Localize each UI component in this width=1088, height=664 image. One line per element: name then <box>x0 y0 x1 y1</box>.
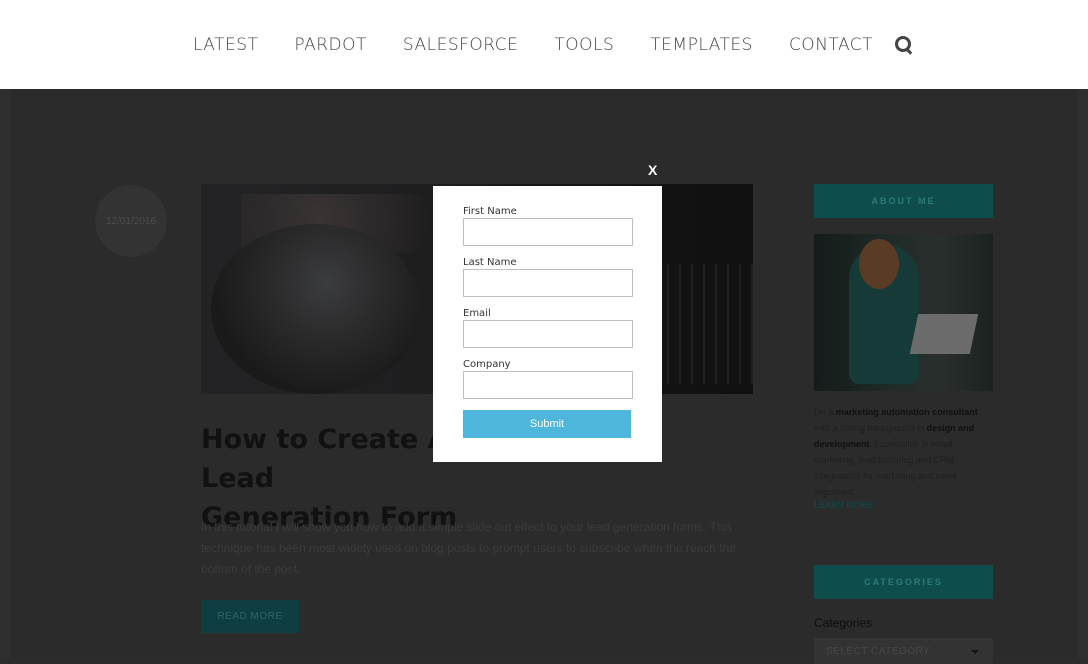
image-coffee-cup <box>211 224 421 394</box>
first-name-label: First Name <box>463 206 517 217</box>
photo-laptop <box>909 314 979 354</box>
top-navigation: LATEST PARDOT SALESFORCE TOOLS TEMPLATES… <box>0 0 1088 89</box>
modal-close-button[interactable]: X <box>648 162 657 178</box>
category-select-value: SELECT CATEGORY <box>826 645 931 657</box>
nav-tools[interactable]: TOOLS <box>554 35 614 55</box>
nav-latest[interactable]: LATEST <box>193 35 258 55</box>
about-text-part1: I'm a <box>814 407 836 417</box>
read-more-button[interactable]: READ MORE <box>201 600 299 633</box>
last-name-field[interactable] <box>463 269 633 297</box>
category-select[interactable]: SELECT CATEGORY <box>814 638 993 664</box>
photo-hair <box>859 239 899 289</box>
email-label: Email <box>463 308 491 319</box>
categories-heading: CATEGORIES <box>814 565 993 599</box>
post-date-badge: 12/01/2016 <box>95 185 167 257</box>
search-icon[interactable] <box>895 35 913 55</box>
last-name-label: Last Name <box>463 257 517 268</box>
nav-salesforce[interactable]: SALESFORCE <box>403 35 518 55</box>
author-photo <box>814 234 993 391</box>
about-text-bold1: marketing automation consultant <box>835 407 978 417</box>
post-excerpt: In this tutorial I will show you how to … <box>201 520 736 576</box>
submit-button[interactable]: Submit <box>463 410 631 438</box>
learn-more-link[interactable]: LEARN MORE <box>814 500 874 510</box>
nav-pardot[interactable]: PARDOT <box>294 35 366 55</box>
email-field[interactable] <box>463 320 633 348</box>
search-icon-handle <box>906 47 913 55</box>
nav-contact[interactable]: CONTACT <box>789 35 873 55</box>
post-title-right: Lead <box>201 463 275 494</box>
nav-templates[interactable]: TEMPLATES <box>650 35 753 55</box>
company-field[interactable] <box>463 371 633 399</box>
first-name-field[interactable] <box>463 218 633 246</box>
chevron-down-icon <box>971 650 979 654</box>
about-text-part2: with a strong background in <box>814 423 927 433</box>
company-label: Company <box>463 359 511 370</box>
about-text: I'm a marketing automation consultant wi… <box>814 404 994 500</box>
categories-label: Categories <box>814 616 873 630</box>
lead-form-modal: First Name Last Name Email Company Submi… <box>433 186 662 462</box>
about-me-heading: ABOUT ME <box>814 184 993 218</box>
